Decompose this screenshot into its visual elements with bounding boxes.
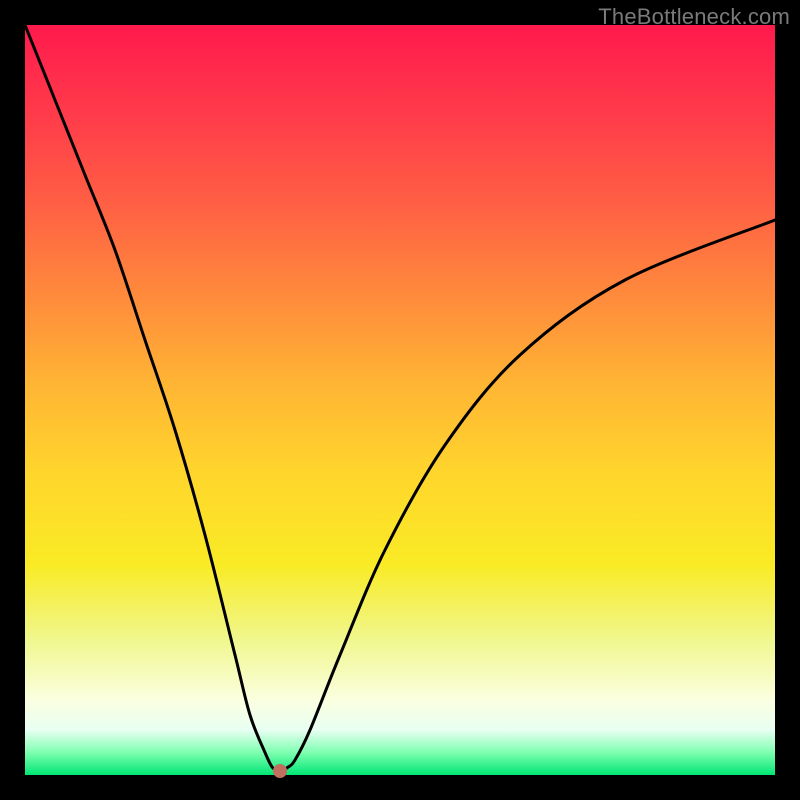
plot-area	[25, 25, 775, 775]
bottleneck-curve	[25, 25, 775, 775]
chart-frame: TheBottleneck.com	[0, 0, 800, 800]
min-marker	[273, 764, 287, 778]
watermark-text: TheBottleneck.com	[598, 4, 790, 30]
